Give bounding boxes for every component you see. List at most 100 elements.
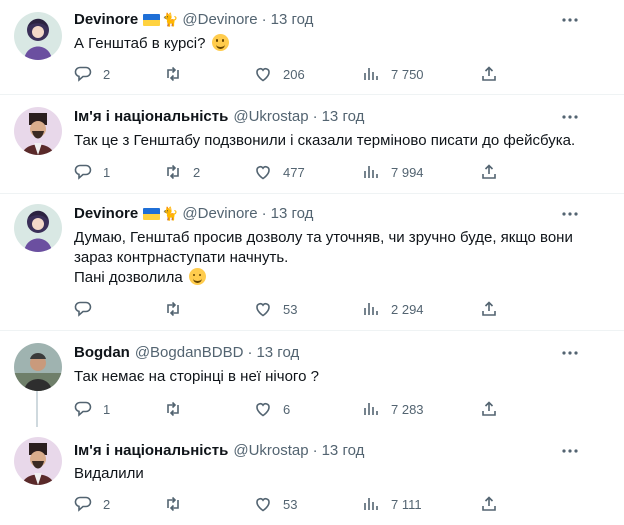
reply-count: 1: [103, 164, 111, 180]
views-count: 7 994: [391, 164, 424, 180]
tweet-header: Ім'я і національність @Ukrostap · 13 год: [74, 107, 364, 127]
author-name[interactable]: Devinore: [74, 204, 138, 224]
reply-button[interactable]: 2: [74, 64, 110, 84]
reply-button[interactable]: 2: [74, 494, 110, 514]
share-icon: [482, 66, 496, 81]
like-count: 53: [283, 496, 298, 512]
ukraine-flag-icon: [143, 14, 161, 26]
share-button[interactable]: [480, 299, 498, 319]
like-count: 477: [283, 164, 305, 180]
share-button[interactable]: [480, 64, 498, 84]
separator: ·: [247, 344, 253, 361]
heart-icon: [256, 303, 270, 317]
share-button[interactable]: [480, 162, 498, 182]
author-handle[interactable]: @Ukrostap: [233, 441, 308, 461]
retweet-icon: [167, 401, 179, 417]
sweat-smile-emoji-icon: [211, 34, 229, 51]
like-button[interactable]: 477: [254, 162, 305, 182]
separator: ·: [261, 205, 267, 222]
author-name[interactable]: Devinore: [74, 10, 138, 30]
timestamp[interactable]: 13 год: [322, 107, 365, 127]
reply-button[interactable]: [74, 299, 103, 319]
views-button[interactable]: 7 750: [362, 64, 424, 84]
avatar-ukrostap[interactable]: [14, 437, 62, 485]
tweet-text: Видалили: [74, 465, 144, 482]
retweet-button[interactable]: [164, 494, 193, 514]
thread-line: [36, 391, 38, 427]
retweet-button[interactable]: 2: [164, 162, 200, 182]
like-count: 53: [283, 301, 298, 317]
timestamp[interactable]: 13 год: [256, 343, 299, 363]
like-button[interactable]: 53: [254, 494, 297, 514]
timestamp[interactable]: 13 год: [271, 10, 314, 30]
separator: ·: [312, 442, 318, 459]
retweet-button[interactable]: [164, 299, 193, 319]
more-horizontal-icon[interactable]: [560, 204, 580, 224]
timestamp[interactable]: 13 год: [271, 204, 314, 224]
reply-icon: [74, 164, 92, 180]
views-chart-icon: [364, 303, 378, 315]
separator: ·: [261, 11, 267, 28]
cat-icon: 🐈: [162, 12, 179, 27]
tweet-text: Думаю, Генштаб просив дозволу та уточняв…: [74, 229, 573, 286]
share-icon: [482, 401, 496, 416]
author-handle[interactable]: @Ukrostap: [233, 107, 308, 127]
views-button[interactable]: 7 111: [362, 494, 422, 514]
views-button[interactable]: 7 283: [362, 399, 424, 419]
timestamp[interactable]: 13 год: [322, 441, 365, 461]
more-horizontal-icon[interactable]: [560, 107, 580, 127]
reply-count: 2: [103, 496, 111, 512]
like-button[interactable]: 206: [254, 64, 305, 84]
reply-button[interactable]: 1: [74, 399, 110, 419]
views-chart-icon: [364, 68, 378, 80]
tweet-devinore-1[interactable]: Devinore 🐈 @Devinore · 13 год А Генштаб …: [0, 0, 624, 94]
author-name[interactable]: Ім'я і національність: [74, 107, 228, 127]
tweet-ukrostap-2[interactable]: Ім'я і національність @Ukrostap · 13 год…: [0, 427, 624, 525]
more-horizontal-icon[interactable]: [560, 441, 580, 461]
tweet-actions: 1 2 477 7 994: [74, 162, 496, 182]
views-button[interactable]: 2 294: [362, 299, 424, 319]
views-count: 7 111: [391, 496, 422, 512]
reply-button[interactable]: 1: [74, 162, 110, 182]
tweet-header: Devinore 🐈 @Devinore · 13 год: [74, 204, 313, 224]
like-count: 206: [283, 66, 305, 82]
retweet-count: 2: [193, 164, 201, 180]
views-button[interactable]: 7 994: [362, 162, 424, 182]
like-button[interactable]: 53: [254, 299, 297, 319]
avatar-bogdan[interactable]: [14, 343, 62, 391]
more-horizontal-icon[interactable]: [560, 343, 580, 363]
tweet-bogdan[interactable]: Bogdan @BogdanBDBD · 13 год Так немає на…: [0, 331, 624, 427]
tweet-text: А Генштаб в курсі?: [74, 34, 594, 54]
views-chart-icon: [364, 498, 378, 510]
like-count: 6: [283, 401, 291, 417]
share-button[interactable]: [480, 399, 498, 419]
heart-icon: [256, 498, 270, 512]
author-handle[interactable]: @BogdanBDBD: [135, 343, 244, 363]
more-horizontal-icon[interactable]: [560, 10, 580, 30]
retweet-button[interactable]: [164, 399, 193, 419]
retweet-icon: [167, 496, 179, 512]
tweet-actions: 2 53 7 111: [74, 494, 496, 514]
author-handle[interactable]: @Devinore: [182, 204, 257, 224]
views-count: 7 750: [391, 66, 424, 82]
tweet-header: Devinore 🐈 @Devinore · 13 год: [74, 10, 313, 30]
cat-icon: 🐈: [162, 206, 179, 221]
share-button[interactable]: [480, 494, 498, 514]
tweet-text: Так це з Генштабу подзвонили і сказали т…: [74, 132, 576, 149]
reply-icon: [74, 66, 92, 82]
author-handle[interactable]: @Devinore: [182, 10, 257, 30]
tweet-actions: 1 6 7 283: [74, 399, 496, 419]
author-name[interactable]: Ім'я і національність: [74, 441, 228, 461]
avatar-devinore[interactable]: [14, 204, 62, 252]
separator: ·: [312, 108, 318, 125]
like-button[interactable]: 6: [254, 399, 290, 419]
author-name[interactable]: Bogdan: [74, 343, 130, 363]
avatar-ukrostap[interactable]: [14, 107, 62, 155]
reply-icon: [74, 496, 92, 512]
views-count: 2 294: [391, 301, 424, 317]
retweet-button[interactable]: [164, 64, 193, 84]
tweet-ukrostap-1[interactable]: Ім'я і національність @Ukrostap · 13 год…: [0, 95, 624, 193]
avatar-devinore[interactable]: [14, 12, 62, 60]
tweet-devinore-2[interactable]: Devinore 🐈 @Devinore · 13 год Думаю, Ген…: [0, 194, 624, 330]
share-icon: [482, 164, 496, 179]
